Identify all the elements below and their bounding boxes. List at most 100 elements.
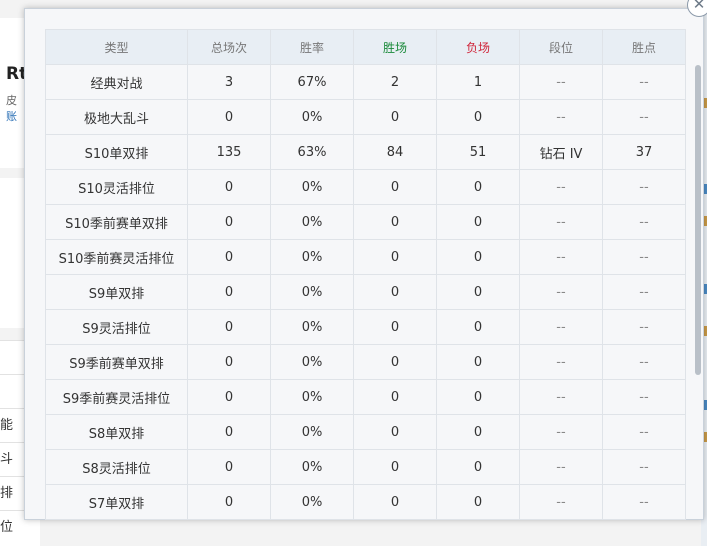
cell-losses: 1	[436, 64, 520, 100]
cell-wins: 0	[353, 484, 437, 520]
cell-total: 0	[187, 239, 271, 275]
cell-losses: 0	[436, 309, 520, 345]
cell-lp: --	[602, 204, 686, 240]
column-header-losses: 负场	[436, 29, 520, 65]
cell-wins: 0	[353, 414, 437, 450]
cell-total: 0	[187, 274, 271, 310]
table-row: S8单双排 0 0% 0 0 -- --	[45, 414, 686, 450]
close-button[interactable]: ✕	[687, 0, 707, 17]
cell-lp: --	[602, 64, 686, 100]
cell-losses: 0	[436, 239, 520, 275]
cell-lp: --	[602, 484, 686, 520]
cell-total: 0	[187, 309, 271, 345]
cell-tier: 钻石 IV	[519, 134, 603, 170]
cell-type: 经典对战	[45, 64, 188, 100]
cell-total: 0	[187, 344, 271, 380]
cell-winrate: 0%	[270, 484, 354, 520]
cell-losses: 0	[436, 99, 520, 135]
cell-lp: --	[602, 414, 686, 450]
cell-total: 135	[187, 134, 271, 170]
cell-tier: --	[519, 204, 603, 240]
cell-winrate: 0%	[270, 309, 354, 345]
column-header-tier: 段位	[519, 29, 603, 65]
cell-losses: 0	[436, 204, 520, 240]
cell-winrate: 0%	[270, 204, 354, 240]
cell-lp: --	[602, 169, 686, 205]
table-header-row: 类型 总场次 胜率 胜场 负场 段位 胜点	[45, 29, 686, 65]
cell-type: S8灵活排位	[45, 449, 188, 485]
cell-wins: 0	[353, 344, 437, 380]
cell-total: 0	[187, 169, 271, 205]
cell-lp: --	[602, 449, 686, 485]
column-header-winrate: 胜率	[270, 29, 354, 65]
column-header-total: 总场次	[187, 29, 271, 65]
table-row: S9灵活排位 0 0% 0 0 -- --	[45, 309, 686, 345]
cell-lp: --	[602, 309, 686, 345]
cell-tier: --	[519, 239, 603, 275]
ranked-stats-dialog: ✕ 类型 总场次 胜率 胜场 负场 段位 胜点 经典对战 3 67% 2 1 -- -- 极地…	[24, 0, 707, 520]
cell-tier: --	[519, 274, 603, 310]
table-row: S10季前赛灵活排位 0 0% 0 0 -- --	[45, 239, 686, 275]
vertical-scrollbar[interactable]	[695, 65, 701, 375]
cell-losses: 0	[436, 274, 520, 310]
table-row: 经典对战 3 67% 2 1 -- --	[45, 64, 686, 100]
cell-tier: --	[519, 309, 603, 345]
cell-winrate: 0%	[270, 169, 354, 205]
cell-type: S10季前赛单双排	[45, 204, 188, 240]
cell-wins: 0	[353, 309, 437, 345]
cell-winrate: 63%	[270, 134, 354, 170]
close-icon[interactable]: ✕	[693, 0, 706, 13]
cell-total: 0	[187, 414, 271, 450]
table-body: 经典对战 3 67% 2 1 -- -- 极地大乱斗 0 0% 0 0 -- -- S10单双排 135 63%…	[45, 64, 686, 520]
cell-wins: 2	[353, 64, 437, 100]
column-header-wins: 胜场	[353, 29, 437, 65]
cell-total: 0	[187, 484, 271, 520]
cell-lp: --	[602, 379, 686, 415]
cell-type: S9季前赛单双排	[45, 344, 188, 380]
cell-type: S10灵活排位	[45, 169, 188, 205]
cell-tier: --	[519, 484, 603, 520]
table-row: S8灵活排位 0 0% 0 0 -- --	[45, 449, 686, 485]
cell-tier: --	[519, 379, 603, 415]
cell-wins: 0	[353, 379, 437, 415]
cell-winrate: 0%	[270, 344, 354, 380]
cell-losses: 0	[436, 484, 520, 520]
cell-losses: 0	[436, 414, 520, 450]
cell-winrate: 0%	[270, 414, 354, 450]
ranked-stats-table: 类型 总场次 胜率 胜场 负场 段位 胜点 经典对战 3 67% 2 1 -- -- 极地大乱…	[45, 29, 686, 520]
cell-lp: 37	[602, 134, 686, 170]
cell-winrate: 0%	[270, 449, 354, 485]
table-row: S10季前赛单双排 0 0% 0 0 -- --	[45, 204, 686, 240]
cell-winrate: 0%	[270, 274, 354, 310]
cell-type: S9单双排	[45, 274, 188, 310]
table-row: S7单双排 0 0% 0 0 -- --	[45, 484, 686, 520]
cell-tier: --	[519, 414, 603, 450]
cell-losses: 0	[436, 449, 520, 485]
cell-lp: --	[602, 239, 686, 275]
table-row: S10单双排 135 63% 84 51 钻石 IV 37	[45, 134, 686, 170]
cell-type: S9季前赛灵活排位	[45, 379, 188, 415]
table-row: 极地大乱斗 0 0% 0 0 -- --	[45, 99, 686, 135]
cell-total: 0	[187, 204, 271, 240]
cell-wins: 0	[353, 169, 437, 205]
cell-type: S8单双排	[45, 414, 188, 450]
cell-winrate: 67%	[270, 64, 354, 100]
cell-total: 0	[187, 449, 271, 485]
table-row: S9季前赛单双排 0 0% 0 0 -- --	[45, 344, 686, 380]
cell-wins: 0	[353, 449, 437, 485]
background-line: 皮	[6, 94, 17, 107]
cell-losses: 51	[436, 134, 520, 170]
cell-lp: --	[602, 344, 686, 380]
cell-wins: 84	[353, 134, 437, 170]
cell-wins: 0	[353, 99, 437, 135]
cell-total: 3	[187, 64, 271, 100]
cell-losses: 0	[436, 169, 520, 205]
cell-losses: 0	[436, 344, 520, 380]
cell-lp: --	[602, 274, 686, 310]
cell-total: 0	[187, 99, 271, 135]
cell-type: S10单双排	[45, 134, 188, 170]
cell-lp: --	[602, 99, 686, 135]
cell-type: S7单双排	[45, 484, 188, 520]
cell-tier: --	[519, 99, 603, 135]
table-row: S9季前赛灵活排位 0 0% 0 0 -- --	[45, 379, 686, 415]
